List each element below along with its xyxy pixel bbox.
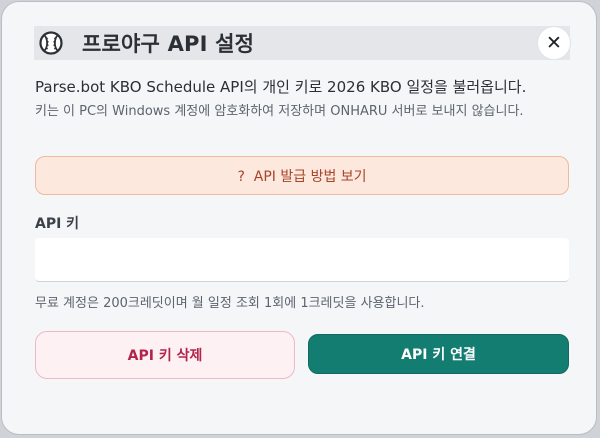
credit-hint: 무료 계정은 200크레딧이며 월 일정 조회 1회에 1크레딧을 사용합니다. — [35, 296, 425, 311]
api-guide-button[interactable]: ? API 발급 방법 보기 — [35, 156, 569, 195]
dialog-header: 프로야구 API 설정 — [34, 26, 570, 60]
api-settings-dialog: 프로야구 API 설정 ✕ Parse.bot KBO Schedule API… — [1, 1, 597, 435]
connect-key-button-label: API 키 연결 — [401, 347, 476, 363]
close-button[interactable]: ✕ — [537, 26, 571, 60]
close-icon: ✕ — [546, 32, 562, 54]
dialog-title: 프로야구 API 설정 — [82, 32, 255, 56]
security-note: 키는 이 PC의 Windows 계정에 암호화하여 저장하며 ONHARU 서… — [35, 104, 524, 119]
delete-key-button-label: API 키 삭제 — [127, 348, 203, 364]
api-key-input[interactable] — [35, 238, 569, 282]
connect-key-button[interactable]: API 키 연결 — [308, 334, 569, 374]
api-key-label: API 키 — [35, 216, 80, 232]
delete-key-button[interactable]: API 키 삭제 — [35, 331, 295, 379]
baseball-icon — [34, 26, 68, 60]
api-guide-button-label: ? API 발급 방법 보기 — [237, 168, 367, 185]
dialog-description: Parse.bot KBO Schedule API의 개인 키로 2026 K… — [35, 78, 527, 96]
